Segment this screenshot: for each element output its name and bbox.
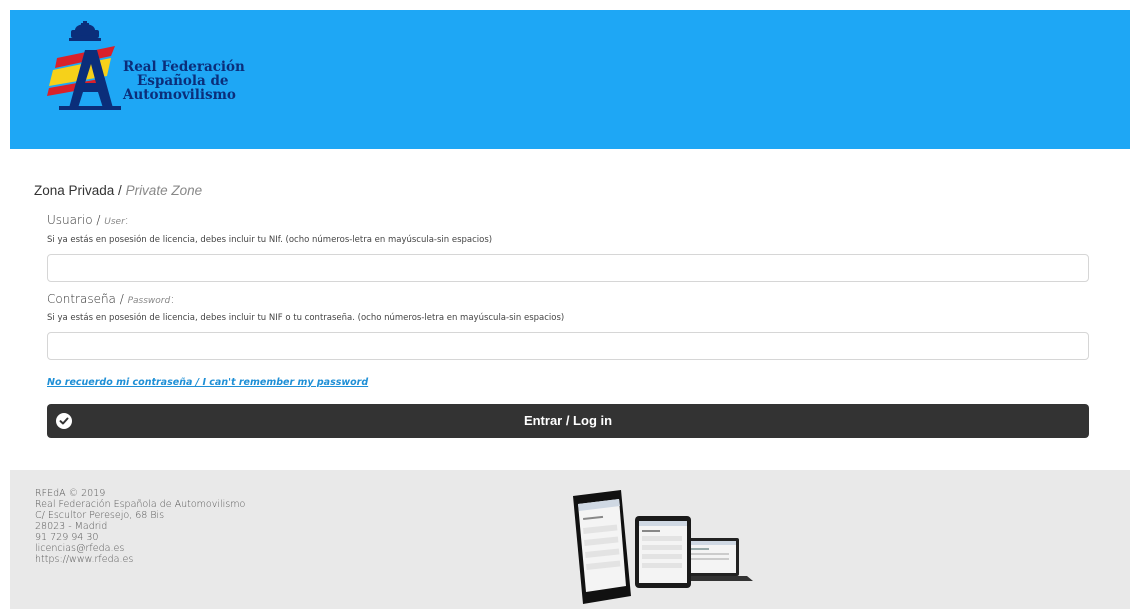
logo-line-1: Real Federación (123, 59, 245, 75)
site-header: Real Federación Española de Automovilism… (10, 10, 1130, 149)
password-label-en: Password (127, 296, 171, 306)
username-input[interactable] (47, 254, 1089, 282)
password-label-colon: : (170, 292, 175, 306)
login-section: Zona Privada / Private Zone Usuario / Us… (0, 149, 1130, 470)
rfeda-logo[interactable]: Real Federación Española de Automovilism… (45, 20, 275, 120)
login-button[interactable]: Entrar / Log in (47, 404, 1089, 438)
rfeda-emblem-icon (47, 21, 121, 110)
username-label: Usuario / User: (47, 213, 129, 227)
username-label-colon: : (124, 213, 129, 227)
footer-copyright: RFEdA © 2019 (35, 488, 106, 499)
page-title-es: Zona Privada (34, 183, 115, 198)
login-button-label: Entrar / Log in (523, 413, 613, 428)
password-input[interactable] (47, 332, 1089, 360)
password-label: Contraseña / Password: (47, 292, 174, 306)
crown-icon (69, 21, 101, 41)
logo-line-3: Automovilismo (123, 87, 236, 103)
username-label-en: User (104, 217, 125, 227)
page-title-separator: / (114, 183, 126, 198)
footer-website[interactable]: https://www.rfeda.es (35, 554, 245, 565)
password-label-es: Contraseña / (47, 292, 128, 306)
devices-illustration-icon (573, 490, 753, 604)
phone-icon (573, 490, 631, 604)
footer-address: C/ Escultor Peresejo, 68 Bis (35, 510, 165, 521)
page-title-en: Private Zone (125, 183, 203, 198)
forgot-password-link[interactable]: No recuerdo mi contraseña / I can't reme… (47, 377, 368, 388)
site-footer: RFEdA © 2019 Real Federación Española de… (10, 470, 1130, 609)
footer-phone: 91 729 94 30 (35, 532, 99, 543)
tablet-icon (635, 516, 691, 588)
password-hint: Si ya estás en posesión de licencia, deb… (47, 313, 565, 323)
footer-contact-info: RFEdA © 2019 Real Federación Española de… (35, 488, 245, 565)
logo-text: Real Federación Española de Automovilism… (123, 60, 245, 102)
footer-city: 28023 - Madrid (35, 521, 108, 532)
logo-line-2: Española de (137, 73, 229, 89)
footer-email[interactable]: licencias@rfeda.es (35, 543, 245, 554)
username-hint: Si ya estás en posesión de licencia, deb… (47, 235, 493, 245)
top-strip (0, 0, 1130, 10)
footer-org-name: Real Federación Española de Automovilism… (35, 499, 246, 510)
page-title: Zona Privada / Private Zone (34, 183, 202, 198)
username-label-es: Usuario / (47, 213, 105, 227)
